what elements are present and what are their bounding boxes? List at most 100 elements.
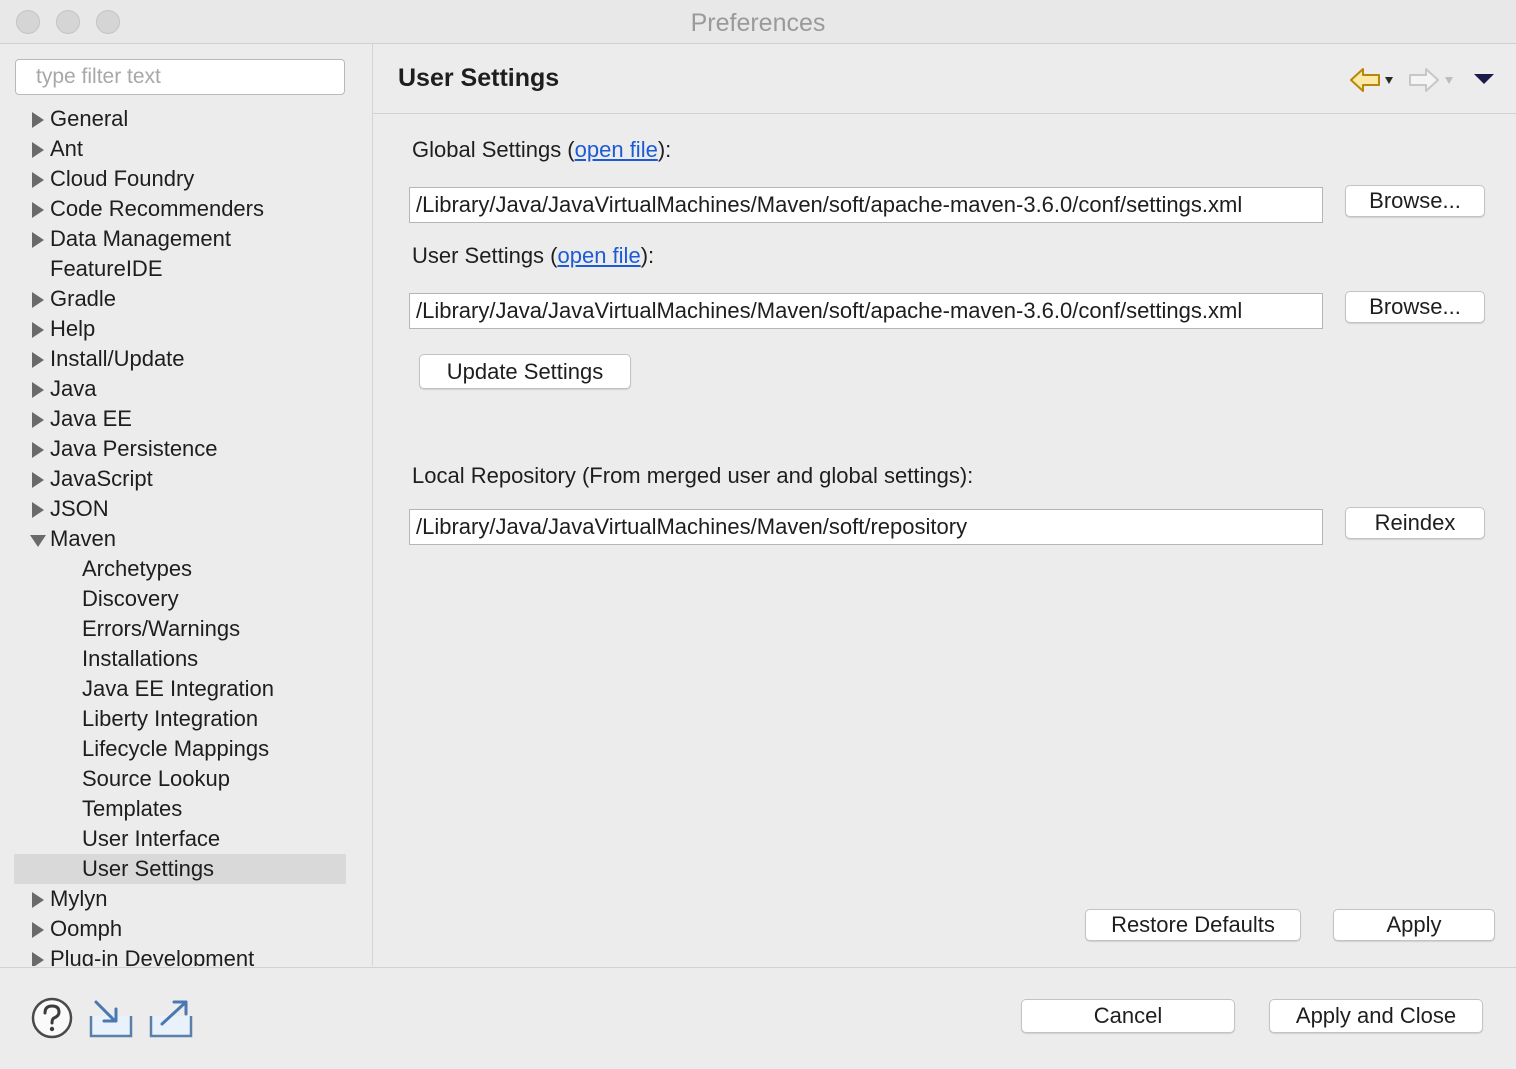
tree-item-label: Installations	[82, 646, 199, 671]
view-menu-icon[interactable]	[1473, 72, 1495, 86]
tree-item-label: JSON	[50, 496, 109, 521]
preference-page: User Settings Global Settings (open file…	[373, 44, 1516, 966]
tree-item-label: Java EE Integration	[82, 676, 275, 701]
expand-triangle-closed-icon[interactable]	[32, 202, 44, 218]
tree-item-user-settings[interactable]: User Settings	[14, 854, 346, 884]
user-browse-button[interactable]: Browse...	[1345, 291, 1485, 323]
tree-item-label: Java	[50, 376, 97, 401]
expand-triangle-closed-icon[interactable]	[32, 472, 44, 488]
reindex-button[interactable]: Reindex	[1345, 507, 1485, 539]
page-header: User Settings	[373, 44, 1516, 114]
tree-item-label: Oomph	[50, 916, 123, 941]
global-settings-label: Global Settings (open file):	[412, 137, 671, 163]
export-icon[interactable]	[148, 998, 196, 1040]
tree-item-json[interactable]: JSON	[14, 494, 346, 524]
tree-item-java-ee[interactable]: Java EE	[14, 404, 346, 434]
tree-item-label: Templates	[82, 796, 183, 821]
local-repository-label: Local Repository (From merged user and g…	[412, 463, 974, 488]
tree-item-cloud-foundry[interactable]: Cloud Foundry	[14, 164, 346, 194]
filter-input[interactable]	[15, 59, 345, 95]
expand-triangle-closed-icon[interactable]	[32, 952, 44, 966]
tree-item-label: Maven	[50, 526, 117, 551]
help-icon[interactable]	[30, 996, 74, 1040]
tree-item-label: Ant	[50, 136, 84, 161]
tree-item-code-recommenders[interactable]: Code Recommenders	[14, 194, 346, 224]
tree-item-general[interactable]: General	[14, 104, 346, 134]
global-open-file-link[interactable]: open file	[575, 137, 658, 162]
update-settings-button[interactable]: Update Settings	[419, 354, 631, 389]
tree-item-label: JavaScript	[50, 466, 153, 491]
tree-item-java-ee-integration[interactable]: Java EE Integration	[14, 674, 346, 704]
preferences-navigation: General Ant Cloud Foundry Code Recommenders…	[0, 44, 373, 966]
apply-and-close-button[interactable]: Apply and Close	[1269, 999, 1483, 1033]
tree-item-source-lookup[interactable]: Source Lookup	[14, 764, 346, 794]
tree-item-label: Help	[50, 316, 96, 341]
tree-item-installations[interactable]: Installations	[14, 644, 346, 674]
tree-item-maven[interactable]: Maven	[14, 524, 346, 554]
import-icon[interactable]	[88, 998, 136, 1040]
local-repository-field[interactable]	[409, 509, 1323, 545]
expand-triangle-closed-icon[interactable]	[32, 922, 44, 938]
tree-item-java[interactable]: Java	[14, 374, 346, 404]
tree-item-discovery[interactable]: Discovery	[14, 584, 346, 614]
expand-triangle-closed-icon[interactable]	[32, 172, 44, 188]
tree-item-mylyn[interactable]: Mylyn	[14, 884, 346, 914]
restore-defaults-button[interactable]: Restore Defaults	[1085, 909, 1301, 941]
cancel-button[interactable]: Cancel	[1021, 999, 1235, 1033]
expand-triangle-closed-icon[interactable]	[32, 442, 44, 458]
expand-triangle-closed-icon[interactable]	[32, 142, 44, 158]
user-settings-label-suffix: ):	[640, 243, 655, 268]
tree-item-label: Source Lookup	[82, 766, 230, 791]
expand-triangle-closed-icon[interactable]	[32, 232, 44, 248]
expand-triangle-closed-icon[interactable]	[32, 412, 44, 428]
tree-item-gradle[interactable]: Gradle	[14, 284, 346, 314]
expand-triangle-open-icon[interactable]	[30, 535, 46, 547]
dialog-footer: Cancel Apply and Close	[0, 967, 1516, 1069]
title-bar: Preferences	[0, 0, 1516, 44]
user-open-file-link[interactable]: open file	[558, 243, 641, 268]
tree-item-label: Code Recommenders	[50, 196, 264, 221]
tree-item-label: General	[50, 106, 129, 131]
tree-item-label: Java EE	[50, 406, 132, 431]
user-settings-field[interactable]	[409, 293, 1323, 329]
tree-item-oomph[interactable]: Oomph	[14, 914, 346, 944]
tree-item-label: Mylyn	[50, 886, 108, 911]
tree-item-data-management[interactable]: Data Management	[14, 224, 346, 254]
global-browse-button[interactable]: Browse...	[1345, 185, 1485, 217]
expand-triangle-closed-icon[interactable]	[32, 112, 44, 128]
tree-item-label: Gradle	[50, 286, 117, 311]
global-settings-field[interactable]	[409, 187, 1323, 223]
expand-triangle-closed-icon[interactable]	[32, 892, 44, 908]
tree-item-label: Lifecycle Mappings	[82, 736, 270, 761]
back-arrow-icon[interactable]	[1348, 66, 1394, 94]
expand-triangle-closed-icon[interactable]	[32, 292, 44, 308]
tree-item-ant[interactable]: Ant	[14, 134, 346, 164]
page-title: User Settings	[398, 64, 560, 92]
tree-item-label: User Settings	[82, 856, 215, 881]
tree-item-lifecycle-mappings[interactable]: Lifecycle Mappings	[14, 734, 346, 764]
tree-item-label: Data Management	[50, 226, 231, 251]
tree-item-label: Liberty Integration	[82, 706, 259, 731]
tree-item-java-persistence[interactable]: Java Persistence	[14, 434, 346, 464]
global-settings-label-text: Global Settings (	[412, 137, 575, 162]
tree-item-user-interface[interactable]: User Interface	[14, 824, 346, 854]
forward-arrow-icon[interactable]	[1408, 66, 1454, 94]
tree-item-archetypes[interactable]: Archetypes	[14, 554, 346, 584]
expand-triangle-closed-icon[interactable]	[32, 502, 44, 518]
tree-item-featureide[interactable]: FeatureIDE	[14, 254, 346, 284]
tree-item-install-update[interactable]: Install/Update	[14, 344, 346, 374]
expand-triangle-closed-icon[interactable]	[32, 382, 44, 398]
expand-triangle-closed-icon[interactable]	[32, 322, 44, 338]
tree-item-label: FeatureIDE	[50, 256, 163, 281]
tree-item-help[interactable]: Help	[14, 314, 346, 344]
user-settings-label-text: User Settings (	[412, 243, 558, 268]
tree-item-javascript[interactable]: JavaScript	[14, 464, 346, 494]
expand-triangle-closed-icon[interactable]	[32, 352, 44, 368]
tree-item-plug-in-development[interactable]: Plug-in Development	[14, 944, 346, 966]
tree-item-label: Archetypes	[82, 556, 193, 581]
tree-item-templates[interactable]: Templates	[14, 794, 346, 824]
apply-button[interactable]: Apply	[1333, 909, 1495, 941]
tree-item-liberty-integration[interactable]: Liberty Integration	[14, 704, 346, 734]
preferences-tree: General Ant Cloud Foundry Code Recommenders…	[14, 104, 346, 966]
tree-item-errors-warnings[interactable]: Errors/Warnings	[14, 614, 346, 644]
